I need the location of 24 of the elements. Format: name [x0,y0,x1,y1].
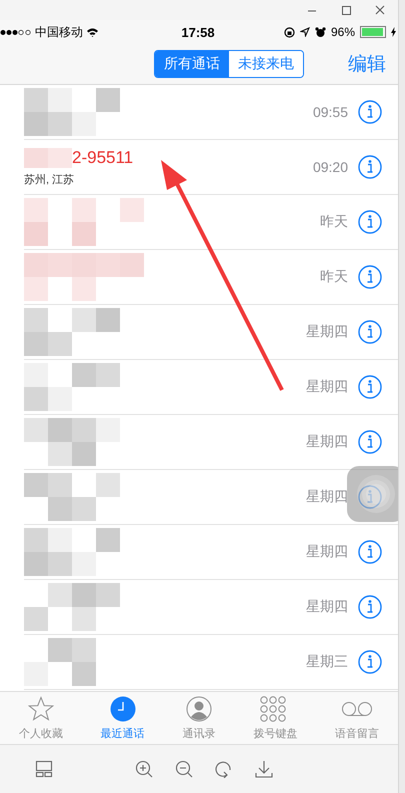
tab-bar-item[interactable]: 通讯录 [180,692,218,744]
call-time: 昨天 [320,268,348,286]
caller-location: 苏州, 江苏 [24,172,76,186]
segment-tab[interactable]: 未接来电 [229,51,303,77]
call-time: 星期三 [306,653,348,671]
call-time: 星期四 [306,598,348,616]
call-time: 昨天 [320,213,348,231]
tab-bar-item[interactable]: 最近通话 [98,692,147,744]
call-time: 09:55 [312,104,348,120]
call-time: 星期四 [306,433,348,451]
call-time: 星期四 [306,323,348,341]
call-time: 星期四 [306,488,348,506]
tab-bar-item[interactable]: 拨号键盘 [251,692,300,744]
tab-bar-item[interactable]: 语音留言 [333,692,382,744]
call-time: 09:20 [312,159,348,175]
carrier-name: 中国移动 [35,24,83,40]
battery-percent: 96% [330,25,355,39]
segment-tab[interactable]: 所有通话 [155,51,229,77]
call-time: 星期四 [306,543,348,561]
call-time: 星期四 [306,378,348,396]
caller-number: 2-95511 [72,148,134,168]
edit-button[interactable]: 编辑 [348,51,386,77]
tab-bar-item[interactable]: 个人收藏 [16,692,65,744]
status-time: 17:58 [181,24,215,40]
